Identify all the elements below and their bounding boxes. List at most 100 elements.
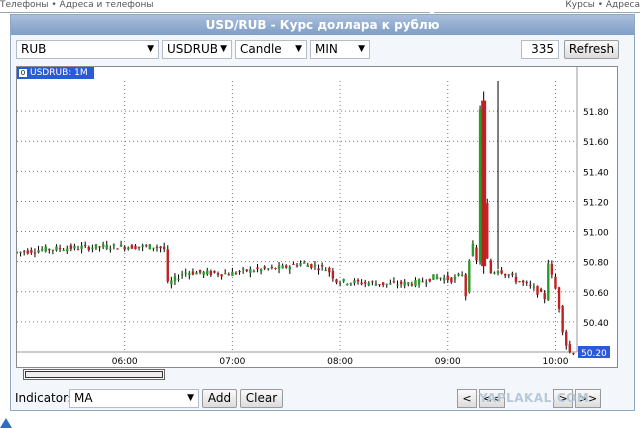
clear-indicators-button[interactable]: Clear [240, 389, 283, 408]
candle-body [543, 293, 546, 300]
x-tick-label: 06:00 [112, 357, 138, 367]
candle-body [245, 269, 248, 272]
candle-body [26, 250, 29, 254]
chart-tab[interactable]: 0 USDRUB: 1M [17, 67, 94, 79]
candle-body [198, 269, 202, 273]
dropdown-arrow-icon: ▼ [295, 44, 302, 54]
candle-body [320, 265, 324, 267]
candle-body [295, 265, 299, 267]
candle-body [392, 281, 396, 283]
candle-body [378, 284, 381, 286]
candle-body [277, 265, 281, 270]
candle-body [439, 277, 442, 279]
x-tick-label: 07:00 [219, 357, 245, 367]
count-input[interactable]: 335 [521, 40, 559, 59]
candle-body [367, 283, 370, 286]
candle-body [191, 271, 195, 275]
chart-area: 50.40 50.60 50.80 51.00 51.20 51.40 51.60 51.80… [15, 66, 618, 368]
refresh-button[interactable]: Refresh [564, 40, 619, 59]
candle-body [112, 244, 116, 246]
currency-select[interactable]: RUB ▼ [16, 40, 159, 59]
scrollbar-thumb[interactable] [25, 371, 163, 378]
candle-body [310, 264, 313, 268]
y-tick-label: 51.20 [583, 198, 609, 208]
candle-body [306, 264, 309, 267]
candle-body [180, 274, 184, 276]
candle-body [15, 251, 19, 253]
candle-body [48, 249, 51, 251]
candle-body [55, 246, 58, 251]
candle-body [514, 276, 518, 282]
candle-body [119, 244, 123, 247]
candle-body [170, 280, 173, 285]
candle-body [267, 268, 270, 270]
candle-body [73, 245, 76, 249]
y-tick-label: 50.60 [583, 289, 609, 299]
nav-prev-button[interactable]: < [457, 389, 477, 408]
interval-select[interactable]: MIN ▼ [310, 40, 370, 59]
candle-body [145, 245, 148, 247]
symbol-value: USDRUB [167, 42, 218, 56]
symbol-select[interactable]: USDRUB ▼ [162, 40, 232, 59]
candle-body [432, 274, 435, 280]
candle-body [493, 272, 496, 274]
candle-body [241, 268, 245, 270]
chart-tab-icon: 0 [19, 69, 27, 77]
candle-body [457, 273, 460, 276]
candle-body [417, 279, 421, 285]
candle-body [403, 281, 406, 286]
candle-body [249, 269, 252, 273]
candle-body [450, 277, 453, 283]
candle-body [66, 248, 69, 252]
candle-body [40, 249, 44, 251]
candle-body [468, 260, 471, 293]
chart-scrollbar[interactable] [23, 369, 165, 380]
candle-body [231, 271, 234, 276]
candle-body [554, 276, 557, 289]
candle-body [259, 268, 263, 272]
candle-body [385, 283, 388, 285]
y-tick-label: 51.60 [583, 138, 609, 148]
candle-body [148, 244, 152, 250]
candle-body [518, 281, 521, 283]
candle-body [511, 273, 514, 275]
candle-body [94, 244, 98, 249]
candle-body [159, 246, 162, 249]
candle-body [141, 245, 144, 247]
candle-body [227, 274, 230, 276]
add-indicator-button[interactable]: Add [202, 389, 237, 408]
candle-body [464, 274, 467, 297]
chart-tab-label: USDRUB: 1M [30, 68, 88, 78]
top-left-text: Телефоны • Адреса и телефоны [0, 0, 154, 10]
candle-body [51, 249, 55, 251]
indicator-select[interactable]: MA ▼ [69, 389, 199, 408]
candle-body [521, 280, 525, 283]
candle-body [234, 272, 238, 274]
candle-body [302, 262, 306, 264]
chart-panel: USD/RUB - Курс доллара к рублю RUB ▼ USD… [10, 14, 635, 411]
candle-body [342, 278, 345, 282]
candle-body [561, 305, 564, 333]
candle-body [471, 243, 475, 256]
x-tick-label: 10:00 [542, 357, 568, 367]
candle-body [206, 270, 209, 275]
candle-body [572, 353, 575, 355]
candle-body [134, 245, 137, 250]
chart-type-select[interactable]: Candle ▼ [235, 40, 307, 59]
candle-body [349, 283, 353, 285]
currency-value: RUB [21, 42, 47, 56]
candle-body [496, 271, 500, 274]
candle-body [285, 265, 288, 268]
dropdown-arrow-icon: ▼ [147, 44, 154, 54]
candle-body [195, 272, 198, 275]
candle-body [446, 275, 449, 281]
candle-body [557, 287, 561, 309]
candle-body [184, 272, 187, 274]
candle-body [550, 263, 554, 275]
y-tick-label: 51.40 [583, 168, 609, 178]
candle-body [123, 246, 126, 250]
candle-body [489, 260, 493, 274]
candle-body [37, 250, 40, 253]
candle-body [313, 265, 317, 267]
candle-body [33, 252, 37, 254]
